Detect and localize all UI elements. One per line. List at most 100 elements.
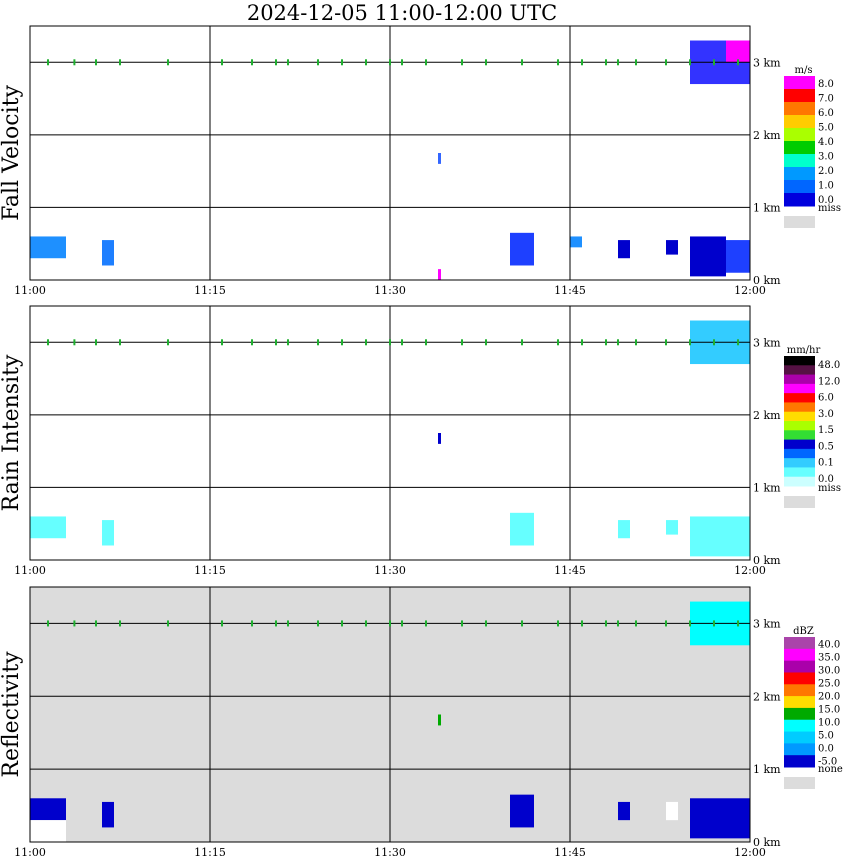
marker: [119, 59, 121, 66]
chart-title: 2024-12-05 11:00-12:00 UTC: [247, 1, 557, 25]
data-cell: [666, 240, 678, 255]
data-cell: [690, 798, 750, 839]
colorbar-label: 25.0: [818, 679, 840, 690]
colorbar-swatch: [784, 476, 815, 487]
data-cell: [570, 236, 582, 248]
height-tick-label: 3 km: [753, 56, 781, 69]
marker: [713, 620, 715, 627]
panel-label: Fall Velocity: [0, 85, 24, 221]
marker: [365, 339, 367, 346]
data-cell: [690, 516, 750, 557]
marker: [341, 59, 343, 66]
colorbar-swatch: [784, 180, 815, 194]
height-tick-label: 1 km: [753, 763, 781, 776]
colorbar-label: 5.0: [818, 731, 834, 742]
colorbar-missing-swatch: [784, 496, 815, 508]
marker: [461, 59, 463, 66]
data-cell: [102, 801, 114, 828]
data-cell: [618, 240, 630, 259]
colorbar-swatch: [784, 141, 815, 155]
colorbar-swatch: [784, 102, 815, 116]
x-tick-label: 11:45: [554, 284, 586, 297]
colorbar-swatch: [784, 707, 815, 721]
colorbar-swatch: [784, 193, 815, 207]
marker: [665, 59, 667, 66]
marker: [73, 339, 76, 346]
colorbar-swatch: [784, 393, 815, 403]
colorbar-label: 6.0: [818, 108, 834, 119]
marker: [581, 620, 583, 627]
marker: [251, 339, 253, 346]
marker: [365, 620, 367, 627]
colorbar-unit: dBZ: [793, 626, 814, 637]
data-cell: [726, 240, 750, 273]
colorbar-swatch: [784, 76, 815, 90]
marker: [605, 620, 607, 627]
x-tick-label: 11:00: [14, 564, 46, 577]
marker: [485, 59, 487, 66]
height-tick-label: 2 km: [753, 129, 781, 142]
colorbar-swatch: [784, 89, 815, 103]
marker: [713, 339, 715, 346]
marker: [221, 59, 223, 66]
marker: [737, 339, 739, 346]
panel-label: Rain Intensity: [0, 354, 24, 511]
colorbar-swatch: [784, 637, 815, 650]
x-tick-label: 11:30: [374, 846, 406, 859]
marker: [389, 339, 391, 346]
colorbar-swatch: [784, 383, 815, 394]
marker: [635, 59, 637, 66]
marker: [119, 339, 121, 346]
marker: [95, 620, 97, 627]
data-cell: [438, 269, 441, 280]
panels: 11:00 11:15 11:30 11:45 12:000 km1 km2 km3 k…: [0, 25, 843, 859]
panel-1: 11:00 11:15 11:30 11:45 12:000 km1 km2 km3 k…: [0, 305, 841, 577]
colorbar-unit: m/s: [795, 65, 813, 76]
marker: [47, 620, 49, 627]
height-tick-label: 3 km: [753, 617, 781, 630]
height-tick-label: 1 km: [753, 481, 781, 494]
colorbar-swatch: [784, 356, 815, 366]
marker: [689, 339, 691, 346]
marker: [401, 59, 403, 66]
marker: [635, 339, 637, 346]
marker: [689, 620, 691, 627]
data-cell: [438, 153, 441, 164]
marker: [425, 620, 427, 627]
marker: [485, 339, 487, 346]
x-tick-label: 11:30: [374, 284, 406, 297]
marker: [251, 59, 253, 66]
marker: [389, 620, 391, 627]
marker: [737, 59, 739, 66]
marker: [557, 620, 559, 627]
colorbar-swatch: [784, 421, 815, 431]
marker: [221, 620, 223, 627]
marker: [521, 620, 523, 627]
data-cell: [438, 714, 441, 726]
marker: [521, 339, 523, 346]
marker: [47, 339, 49, 346]
height-tick-label: 2 km: [753, 409, 781, 422]
marker: [521, 59, 523, 66]
colorbar-swatch: [784, 430, 815, 441]
marker: [73, 59, 76, 66]
marker: [167, 59, 169, 66]
panel-0: 11:00 11:15 11:30 11:45 12:000 km1 km2 km3 k…: [0, 25, 841, 297]
colorbar-missing-swatch: [784, 777, 815, 789]
colorbar-swatch: [784, 684, 815, 697]
colorbar-missing-label: miss: [818, 483, 841, 494]
colorbar-label: 8.0: [818, 79, 834, 90]
marker: [461, 620, 463, 627]
colorbar-swatch: [784, 731, 815, 744]
data-cell: [30, 820, 66, 842]
data-cell: [30, 516, 66, 539]
x-tick-label: 11:45: [554, 564, 586, 577]
height-tick-label: 0 km: [753, 554, 781, 567]
height-tick-label: 0 km: [753, 836, 781, 849]
marker: [317, 339, 319, 346]
colorbar-swatch: [784, 719, 815, 733]
colorbar-label: 12.0: [818, 376, 840, 387]
colorbar-missing-label: miss: [818, 203, 841, 214]
height-tick-label: 1 km: [753, 201, 781, 214]
marker: [275, 59, 277, 66]
